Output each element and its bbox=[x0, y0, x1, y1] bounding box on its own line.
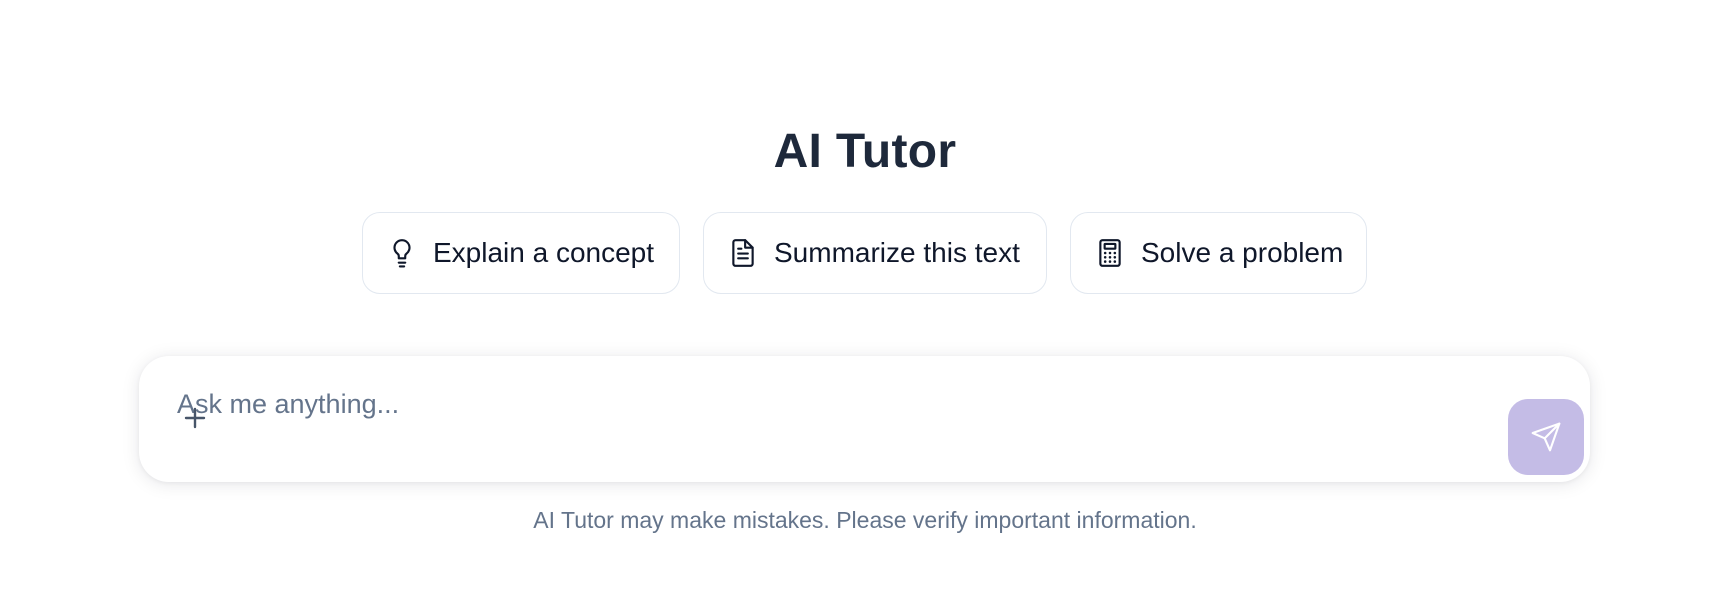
solve-problem-label: Solve a problem bbox=[1141, 237, 1344, 268]
suggestion-chips: Explain a concept Summarize this text So… bbox=[0, 212, 1730, 296]
summarize-text-button[interactable]: Summarize this text bbox=[703, 212, 1047, 294]
summarize-text-label: Summarize this text bbox=[774, 237, 1020, 268]
plus-icon[interactable] bbox=[181, 404, 209, 432]
calculator-icon bbox=[1095, 238, 1125, 268]
page-title: AI Tutor bbox=[773, 125, 957, 179]
explain-concept-label: Explain a concept bbox=[433, 237, 655, 268]
message-composer bbox=[139, 356, 1590, 482]
send-button[interactable] bbox=[1508, 399, 1584, 475]
page: AI Tutor Explain a concept Summarize thi… bbox=[0, 0, 1730, 612]
message-input[interactable] bbox=[175, 378, 1439, 430]
disclaimer-text: AI Tutor may make mistakes. Please verif… bbox=[533, 507, 1197, 533]
send-icon bbox=[1530, 421, 1562, 453]
document-icon bbox=[728, 238, 758, 268]
lightbulb-icon bbox=[387, 238, 417, 268]
explain-concept-button[interactable]: Explain a concept bbox=[362, 212, 680, 294]
solve-problem-button[interactable]: Solve a problem bbox=[1070, 212, 1367, 294]
